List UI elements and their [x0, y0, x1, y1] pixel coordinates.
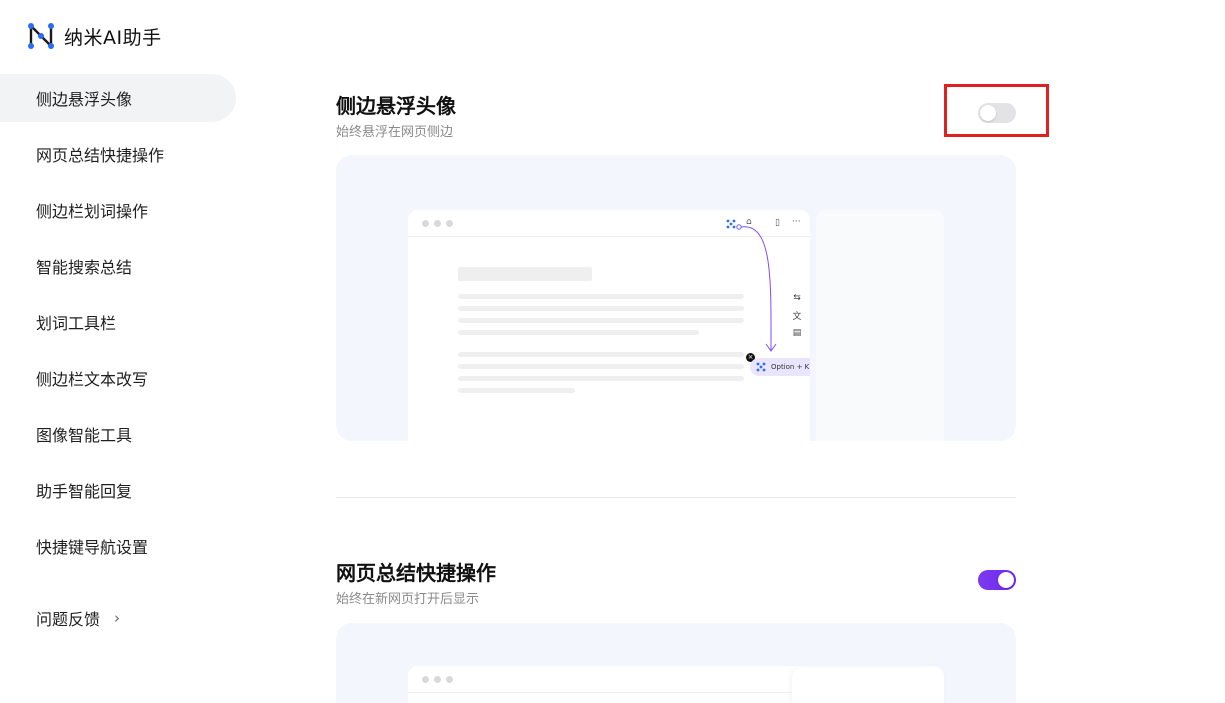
- page-summary-toggle[interactable]: [978, 570, 1016, 590]
- mock-line: [458, 364, 744, 369]
- mock-browser-window: ⌂ ▯ ··· ⇆ 文 ▤ × Option + K: [408, 210, 810, 441]
- mock-side-panel: [792, 668, 944, 703]
- sidebar-item-label: 图像智能工具: [36, 426, 133, 445]
- more-icon: ···: [792, 217, 801, 227]
- sidebar-item-image-tools[interactable]: 图像智能工具: [0, 410, 236, 458]
- mock-line: [458, 376, 744, 381]
- page-summary-preview: [336, 623, 1016, 703]
- section-desc-floating-avatar: 始终悬浮在网页侧边: [336, 125, 454, 140]
- sidebar-item-label: 智能搜索总结: [36, 258, 133, 277]
- sidebar-item-page-summary[interactable]: 网页总结快捷操作: [0, 130, 236, 178]
- nano-ai-small-icon: [756, 362, 766, 372]
- sidebar-nav: 侧边悬浮头像 网页总结快捷操作 侧边栏划词操作 智能搜索总结 划词工具栏 侧边栏…: [0, 74, 236, 578]
- sidebar-item-label: 侧边栏划词操作: [36, 202, 149, 221]
- floating-toolbar: ⇆ 文 ▤: [788, 293, 806, 338]
- sidebar-item-label: 网页总结快捷操作: [36, 146, 165, 165]
- section-title-page-summary: 网页总结快捷操作: [336, 561, 496, 585]
- floating-avatar-toggle[interactable]: [978, 103, 1016, 123]
- sidebar-item-smart-search[interactable]: 智能搜索总结: [0, 242, 236, 290]
- mock-line: [458, 294, 744, 299]
- sidebar-item-floating-avatar[interactable]: 侧边悬浮头像: [0, 74, 236, 122]
- toggle-knob: [980, 105, 996, 121]
- floating-avatar-pill: Option + K: [750, 358, 810, 376]
- mock-line: [458, 330, 699, 335]
- mock-line: [458, 388, 575, 393]
- window-dots: [422, 676, 453, 683]
- sidebar-item-shortcut-settings[interactable]: 快捷键导航设置: [0, 522, 236, 570]
- mock-side-panel: [816, 210, 944, 441]
- section-title-floating-avatar: 侧边悬浮头像: [336, 94, 456, 118]
- chevron-right-icon: ›: [114, 609, 121, 627]
- sidebar-item-label: 侧边栏文本改写: [36, 370, 149, 389]
- section-desc-page-summary: 始终在新网页打开后显示: [336, 592, 480, 607]
- reader-icon: ▤: [792, 328, 802, 338]
- sidebar-item-sidebar-selection[interactable]: 侧边栏划词操作: [0, 186, 236, 234]
- nano-ai-logo-icon: [28, 23, 54, 49]
- floating-avatar-preview: ⌂ ▯ ··· ⇆ 文 ▤ × Option + K: [336, 155, 1016, 441]
- sidebar-item-label: 助手智能回复: [36, 482, 133, 501]
- swap-icon: ⇆: [793, 293, 801, 303]
- mock-heading: [458, 267, 592, 281]
- shortcut-label: Option + K: [771, 363, 810, 371]
- sidebar-item-selection-toolbar[interactable]: 划词工具栏: [0, 298, 236, 346]
- sidebar-item-label: 划词工具栏: [36, 314, 117, 333]
- app-logo: 纳米AI助手: [27, 22, 162, 50]
- app-title: 纳米AI助手: [64, 26, 162, 49]
- drag-arrow-icon: [736, 224, 777, 352]
- sidebar-item-smart-reply[interactable]: 助手智能回复: [0, 466, 236, 514]
- sidebar-item-text-rewrite[interactable]: 侧边栏文本改写: [0, 354, 236, 402]
- sidebar-item-label: 侧边悬浮头像: [36, 90, 133, 109]
- window-dots: [422, 220, 453, 227]
- mock-line: [458, 318, 744, 323]
- feedback-link[interactable]: 问题反馈 ›: [36, 606, 120, 630]
- feedback-label: 问题反馈: [36, 610, 101, 629]
- mock-line: [458, 352, 744, 357]
- sidebar-item-label: 快捷键导航设置: [36, 538, 149, 557]
- translate-icon: 文: [792, 312, 802, 322]
- mock-line: [458, 306, 744, 311]
- toggle-knob: [998, 572, 1014, 588]
- section-divider: [336, 497, 1016, 498]
